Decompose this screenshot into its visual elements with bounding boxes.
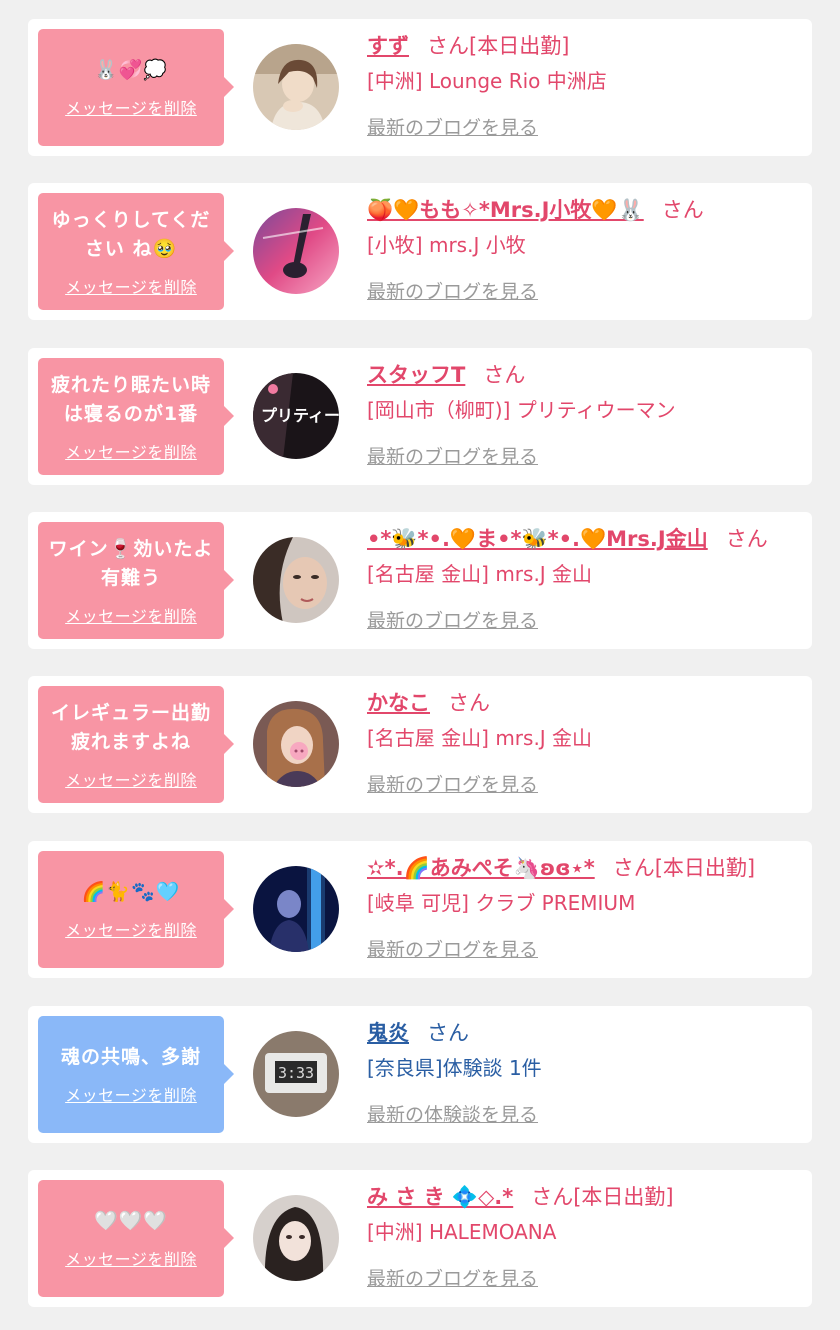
cast-name-link[interactable]: み さ き 💠◇.* <box>367 1185 513 1209</box>
delete-message-link[interactable]: メッセージを削除 <box>65 1246 197 1270</box>
shop-name: [岡山市（柳町)] プリティウーマン <box>367 398 676 422</box>
avatar[interactable] <box>253 866 339 952</box>
honorific-status: さん <box>427 1021 469 1045</box>
message-text: 🐰💞💭 <box>94 59 168 81</box>
message-bubble: 魂の共鳴、多謝 メッセージを削除 <box>38 1016 234 1133</box>
delete-message-link[interactable]: メッセージを削除 <box>65 1082 197 1106</box>
review-count: [奈良県]体験談 1件 <box>367 1056 542 1080</box>
honorific-status: さん <box>483 363 526 387</box>
message-bubble: 🤍🤍🤍 メッセージを削除 <box>38 1180 234 1297</box>
message-text: ワイン🍷効いたよ 有難う <box>48 537 214 589</box>
message-text: 疲れたり眠たい時 は寝るのが1番 <box>50 373 211 425</box>
message-text: 🤍🤍🤍 <box>94 1210 168 1232</box>
cast-info: すず さん[本日出勤] [中洲] Lounge Rio 中洲店 最新のブログを見る <box>367 31 797 140</box>
latest-blog-link[interactable]: 最新のブログを見る <box>367 442 797 469</box>
avatar[interactable] <box>253 1195 339 1281</box>
cast-info: スタッフT さん [岡山市（柳町)] プリティウーマン 最新のブログを見る <box>367 360 797 469</box>
message-text: 🌈🐈🐾🩵 <box>81 881 181 903</box>
cast-name-link[interactable]: スタッフT <box>367 363 465 387</box>
message-card: 🌈🐈🐾🩵 メッセージを削除 ✫*.🌈あみぺそ🦄ʚɞ⋆* さん[本日出勤] [岐阜 … <box>28 841 812 978</box>
message-bubble: イレギュラー出勤 疲れますよね メッセージを削除 <box>38 686 234 803</box>
honorific-status: さん <box>725 527 768 551</box>
shop-name: [中洲] HALEMOANA <box>367 1220 557 1244</box>
message-list: 🐰💞💭 メッセージを削除 すず さん[本日出勤] [中洲] Lounge Rio … <box>0 0 840 1330</box>
shop-name: [岐阜 可児] クラブ PREMIUM <box>367 891 636 915</box>
message-text: 魂の共鳴、多謝 <box>60 1046 201 1068</box>
avatar[interactable]: プリティーウーマ <box>253 373 339 459</box>
honorific-status: さん[本日出勤] <box>612 856 756 880</box>
latest-blog-link[interactable]: 最新のブログを見る <box>367 1264 797 1291</box>
avatar[interactable] <box>253 537 339 623</box>
cast-info: •*🐝*•.🧡ま•*🐝*•.🧡Mrs.J金山 さん [名古屋 金山] mrs.J … <box>367 524 797 633</box>
honorific-status: さん[本日出勤] <box>531 1185 674 1209</box>
cast-name-link[interactable]: かなこ <box>367 691 430 715</box>
message-card: イレギュラー出勤 疲れますよね メッセージを削除 かなこ さん [名古屋 金山] … <box>28 676 812 813</box>
message-card: 疲れたり眠たい時 は寝るのが1番 メッセージを削除 プリティーウーマ スタッフT… <box>28 348 812 485</box>
latest-blog-link[interactable]: 最新のブログを見る <box>367 770 797 797</box>
cast-name-link[interactable]: •*🐝*•.🧡ま•*🐝*•.🧡Mrs.J金山 <box>367 527 708 551</box>
cast-info: 🍑🧡もも✧*Mrs.J小牧🧡🐰 さん [小牧] mrs.J 小牧 最新のブログを見… <box>367 195 797 304</box>
latest-review-link[interactable]: 最新の体験談を見る <box>367 1100 797 1127</box>
latest-blog-link[interactable]: 最新のブログを見る <box>367 935 797 962</box>
avatar[interactable]: 3:33 <box>253 1031 339 1117</box>
delete-message-link[interactable]: メッセージを削除 <box>65 603 197 627</box>
shop-name: [名古屋 金山] mrs.J 金山 <box>367 562 593 586</box>
message-card: ゆっくりしてください ね🥹 メッセージを削除 🍑🧡もも✧*Mrs.J小牧🧡🐰 さ… <box>28 183 812 320</box>
shop-name: [中洲] Lounge Rio 中洲店 <box>367 69 607 93</box>
message-bubble: ゆっくりしてください ね🥹 メッセージを削除 <box>38 193 234 310</box>
cast-name-link[interactable]: すず <box>367 34 409 58</box>
reviewer-name-link[interactable]: 鬼炎 <box>367 1021 409 1045</box>
message-text: ゆっくりしてください ね🥹 <box>51 208 211 260</box>
cast-info: かなこ さん [名古屋 金山] mrs.J 金山 最新のブログを見る <box>367 688 797 797</box>
latest-blog-link[interactable]: 最新のブログを見る <box>367 606 797 633</box>
avatar[interactable] <box>253 701 339 787</box>
cast-info: ✫*.🌈あみぺそ🦄ʚɞ⋆* さん[本日出勤] [岐阜 可児] クラブ PREMIU… <box>367 853 797 962</box>
message-card: 🐰💞💭 メッセージを削除 すず さん[本日出勤] [中洲] Lounge Rio … <box>28 19 812 156</box>
cast-name-link[interactable]: ✫*.🌈あみぺそ🦄ʚɞ⋆* <box>367 856 595 880</box>
message-text: イレギュラー出勤 疲れますよね <box>50 701 211 753</box>
cast-name-link[interactable]: 🍑🧡もも✧*Mrs.J小牧🧡🐰 <box>367 198 644 222</box>
latest-blog-link[interactable]: 最新のブログを見る <box>367 113 797 140</box>
message-card: 🤍🤍🤍 メッセージを削除 み さ き 💠◇.* さん[本日出勤] [中洲] HAL… <box>28 1170 812 1307</box>
delete-message-link[interactable]: メッセージを削除 <box>65 95 197 119</box>
delete-message-link[interactable]: メッセージを削除 <box>65 274 197 298</box>
honorific-status: さん <box>661 198 704 222</box>
message-card: 魂の共鳴、多謝 メッセージを削除 3:33 鬼炎 さん [奈良県]体験談 1件 最… <box>28 1006 812 1143</box>
avatar[interactable] <box>253 208 339 294</box>
delete-message-link[interactable]: メッセージを削除 <box>65 439 197 463</box>
clock-display-text: 3:33 <box>278 1064 314 1082</box>
delete-message-link[interactable]: メッセージを削除 <box>65 917 197 941</box>
message-bubble: 疲れたり眠たい時 は寝るのが1番 メッセージを削除 <box>38 358 234 475</box>
avatar[interactable] <box>253 44 339 130</box>
delete-message-link[interactable]: メッセージを削除 <box>65 767 197 791</box>
message-bubble: 🐰💞💭 メッセージを削除 <box>38 29 234 146</box>
message-bubble: 🌈🐈🐾🩵 メッセージを削除 <box>38 851 234 968</box>
cast-info: 鬼炎 さん [奈良県]体験談 1件 最新の体験談を見る <box>367 1018 797 1127</box>
cast-info: み さ き 💠◇.* さん[本日出勤] [中洲] HALEMOANA 最新のブログ… <box>367 1182 797 1291</box>
shop-name: [小牧] mrs.J 小牧 <box>367 233 526 257</box>
latest-blog-link[interactable]: 最新のブログを見る <box>367 277 797 304</box>
pretty-woman-logo-text: プリティーウーマ <box>261 406 339 425</box>
honorific-status: さん[本日出勤] <box>427 34 570 58</box>
honorific-status: さん <box>448 691 490 715</box>
shop-name: [名古屋 金山] mrs.J 金山 <box>367 726 593 750</box>
message-bubble: ワイン🍷効いたよ 有難う メッセージを削除 <box>38 522 234 639</box>
message-card: ワイン🍷効いたよ 有難う メッセージを削除 •*🐝*•.🧡ま•*🐝*•.🧡Mrs… <box>28 512 812 649</box>
